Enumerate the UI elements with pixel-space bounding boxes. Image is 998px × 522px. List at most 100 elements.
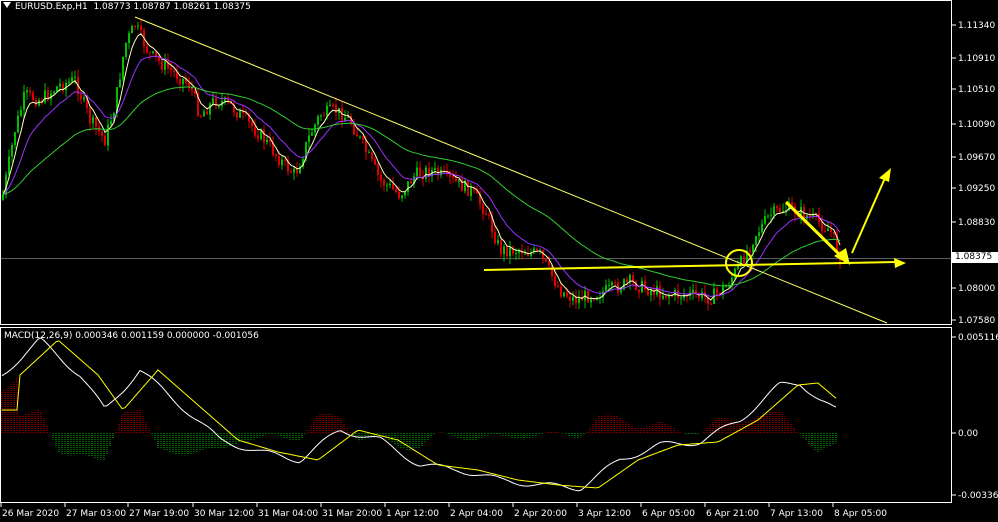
candle-body xyxy=(293,168,295,173)
candle-body xyxy=(566,292,568,297)
candle-body xyxy=(770,214,772,216)
candle-body xyxy=(392,184,394,190)
candle-body xyxy=(11,144,13,157)
candle-body xyxy=(326,105,328,116)
candle-body xyxy=(743,256,745,264)
candle-body xyxy=(44,90,46,103)
candle-body xyxy=(110,121,112,125)
candle-body xyxy=(257,135,259,140)
candle-body xyxy=(80,94,82,100)
time-tick-label: 8 Apr 05:00 xyxy=(834,509,887,519)
candle-body xyxy=(614,282,616,284)
support-line[interactable] xyxy=(483,261,896,271)
candle-body xyxy=(323,115,325,117)
chart-title: EURUSD.Exp,H1 1.08773 1.08787 1.08261 1.… xyxy=(3,2,251,12)
candle-body xyxy=(572,296,574,301)
price-tick-label: 1.09670 xyxy=(958,153,995,163)
candle-body xyxy=(764,216,766,224)
chart-canvas[interactable]: 1.11340 1.10910 1.10510 1.10090 1.09670 1.092… xyxy=(0,0,998,522)
candle-body xyxy=(8,156,10,175)
candle-body xyxy=(2,194,4,200)
candle-body xyxy=(443,169,445,172)
candle-body xyxy=(662,295,664,299)
candle-body xyxy=(284,159,286,161)
candle-body xyxy=(317,116,319,125)
candle-body xyxy=(560,286,562,297)
candle-body xyxy=(638,289,640,293)
candle-body xyxy=(674,289,676,296)
candle-body xyxy=(761,223,763,233)
candle-body xyxy=(29,90,31,93)
time-tick-label: 1 Apr 12:00 xyxy=(386,509,439,519)
candle-body xyxy=(332,104,334,106)
macd-main-line xyxy=(1,337,837,492)
candle-body xyxy=(251,121,253,127)
candle-body xyxy=(755,236,757,245)
chart-window: 1.11340 1.10910 1.10510 1.10090 1.09670 1.092… xyxy=(0,0,998,522)
up-arrow-head xyxy=(879,168,891,182)
candle-body xyxy=(362,136,364,140)
price-tick-label: 1.10510 xyxy=(958,85,995,95)
candle-body xyxy=(824,230,826,232)
chevron-down-icon[interactable] xyxy=(3,2,11,8)
candle-body xyxy=(335,104,337,114)
up-arrow[interactable] xyxy=(851,177,886,254)
candle-body xyxy=(356,134,358,137)
candle-body xyxy=(266,139,268,143)
candle-body xyxy=(140,25,142,31)
candle-body xyxy=(497,240,499,244)
candle-body xyxy=(509,247,511,257)
candle-body xyxy=(410,181,412,184)
candle-body xyxy=(173,70,175,72)
time-tick-label: 6 Apr 21:00 xyxy=(706,509,759,519)
candle-body xyxy=(515,252,517,254)
candle-body xyxy=(32,92,34,101)
candle-body xyxy=(557,286,559,288)
time-tick-label: 30 Mar 12:00 xyxy=(194,509,254,519)
time-tick-label: 2 Apr 20:00 xyxy=(514,509,567,519)
candle-body xyxy=(494,232,496,244)
candle-body xyxy=(125,42,127,57)
descending-trendline[interactable] xyxy=(134,16,888,324)
candle-body xyxy=(671,295,673,297)
candle-body xyxy=(170,68,172,71)
macd-tick-label: -0.003365 xyxy=(958,491,998,501)
time-tick-label: 2 Apr 04:00 xyxy=(450,509,503,519)
candle-body xyxy=(20,109,22,116)
candle-body xyxy=(134,25,136,27)
candle-body xyxy=(626,279,628,282)
candle-body xyxy=(377,164,379,175)
macd-tick-label: 0.005116 xyxy=(958,333,998,343)
candle-body xyxy=(773,206,775,215)
price-tick-label: 1.07580 xyxy=(958,316,995,326)
annotations xyxy=(134,16,906,324)
candle-body xyxy=(329,104,331,106)
price-tick-label: 1.10090 xyxy=(958,120,995,130)
price-tick-label: 1.08830 xyxy=(958,218,995,228)
candle-body xyxy=(146,46,148,53)
candle-body xyxy=(578,297,580,304)
candle-body xyxy=(263,130,265,143)
candle-body xyxy=(260,130,262,140)
candle-body xyxy=(650,290,652,296)
candle-body xyxy=(209,103,211,115)
candle-body xyxy=(398,191,400,199)
candle-body xyxy=(104,135,106,146)
candle-body xyxy=(275,154,277,156)
candle-body xyxy=(53,91,55,94)
candle-body xyxy=(122,56,124,80)
candle-body xyxy=(644,280,646,290)
candle-body xyxy=(830,228,832,232)
candle-body xyxy=(59,83,61,87)
candle-body xyxy=(776,206,778,209)
candle-body xyxy=(92,117,94,124)
candle-body xyxy=(83,97,85,100)
candle-body xyxy=(455,177,457,182)
candle-body xyxy=(71,77,73,82)
time-tick-label: 26 Mar 2020 xyxy=(2,509,59,519)
candle-body xyxy=(341,108,343,122)
candle-body xyxy=(452,176,454,178)
candle-body xyxy=(17,115,19,133)
candle-body xyxy=(749,250,751,252)
candle-body xyxy=(503,246,505,255)
